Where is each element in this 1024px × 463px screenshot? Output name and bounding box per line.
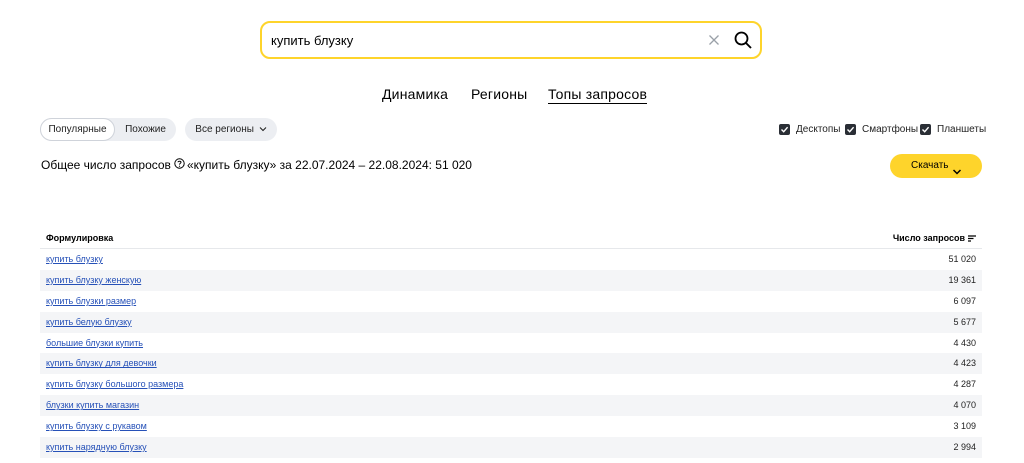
column-count-label: Число запросов: [892, 233, 965, 243]
table-row: купить блузку с рукавом 3 109: [40, 416, 982, 437]
query-count: 51 020: [948, 254, 976, 264]
table-body: купить блузку 51 020 купить блузку женску…: [40, 249, 982, 458]
chevron-down-icon: [257, 124, 267, 135]
top-queries-table: Формулировка Число запросов купить блузк…: [40, 228, 982, 458]
segment-popular[interactable]: Популярные: [40, 118, 115, 141]
device-desktop-label: Десктопы: [796, 124, 841, 135]
table-row: купить нарядную блузку 2 994: [40, 437, 982, 458]
table-row: большие блузки купить 4 430: [40, 333, 982, 354]
query-link[interactable]: купить блузки размер: [46, 296, 136, 306]
device-smartphone-label: Смартфоны: [862, 124, 919, 135]
query-type-switch: Популярные Похожие: [40, 118, 176, 141]
table-row: купить блузку женскую 19 361: [40, 269, 982, 291]
query-count: 5 677: [953, 316, 976, 327]
query-link[interactable]: купить блузку: [46, 254, 103, 264]
table-row: купить блузку 51 020: [40, 249, 982, 270]
regions-dropdown[interactable]: Все регионы: [185, 118, 277, 141]
query-link[interactable]: большие блузки купить: [46, 338, 143, 348]
checkbox-icon: [779, 124, 790, 135]
table-row: купить блузку большого размера 4 287: [40, 374, 982, 395]
summary-text: «купить блузку» за 22.07.2024 – 22.08.20…: [186, 157, 472, 172]
query-count: 6 097: [953, 295, 976, 306]
download-button[interactable]: Скачать: [890, 154, 982, 178]
search-box: [260, 21, 762, 59]
search-input[interactable]: [271, 23, 691, 57]
search-icon[interactable]: [733, 30, 753, 50]
download-label: Скачать: [911, 160, 949, 171]
chevron-down-icon: [952, 162, 962, 186]
regions-label: Все регионы: [195, 124, 254, 135]
query-count: 2 994: [953, 442, 976, 453]
checkbox-icon: [845, 124, 856, 135]
query-count: 19 361: [948, 274, 976, 285]
device-desktop-checkbox[interactable]: Десктопы: [779, 124, 841, 136]
query-link[interactable]: купить белую блузку: [46, 317, 132, 327]
sort-icon: [968, 234, 976, 244]
table-row: купить блузку для девочки 4 423: [40, 353, 982, 375]
query-link[interactable]: купить нарядную блузку: [46, 442, 147, 452]
total-queries-summary: Общее число запросов «купить блузку» за 2…: [41, 157, 472, 172]
tab-dynamics[interactable]: Динамика: [382, 86, 448, 102]
device-tablet-label: Планшеты: [937, 124, 987, 135]
query-count: 4 430: [953, 337, 976, 348]
checkbox-icon: [920, 124, 931, 135]
tab-top-queries[interactable]: Топы запросов: [548, 86, 648, 104]
query-link[interactable]: купить блузку для девочки: [46, 358, 157, 368]
query-count: 4 070: [953, 400, 976, 411]
column-query-header: Формулировка: [46, 233, 114, 243]
query-link[interactable]: блузки купить магазин: [46, 400, 139, 410]
help-circle-icon[interactable]: [174, 158, 185, 172]
table-header: Формулировка Число запросов: [40, 228, 982, 249]
close-icon[interactable]: [706, 32, 722, 48]
summary-prefix: Общее число запросов: [41, 157, 171, 172]
query-count: 4 287: [953, 379, 976, 390]
tabs: Динамика Регионы Топы запросов: [0, 86, 1024, 106]
table-row: купить белую блузку 5 677: [40, 311, 982, 333]
query-link[interactable]: купить блузку большого размера: [46, 379, 183, 389]
tab-regions[interactable]: Регионы: [471, 86, 527, 102]
device-smartphone-checkbox[interactable]: Смартфоны: [845, 124, 919, 136]
query-count: 3 109: [953, 421, 976, 432]
query-link[interactable]: купить блузку с рукавом: [46, 421, 147, 431]
table-row: купить блузки размер 6 097: [40, 291, 982, 312]
table-row: блузки купить магазин 4 070: [40, 395, 982, 417]
device-tablet-checkbox[interactable]: Планшеты: [920, 124, 986, 136]
query-link[interactable]: купить блузку женскую: [46, 275, 141, 285]
query-count: 4 423: [953, 358, 976, 369]
segment-similar[interactable]: Похожие: [115, 118, 176, 141]
column-count-header[interactable]: Число запросов: [893, 233, 976, 244]
